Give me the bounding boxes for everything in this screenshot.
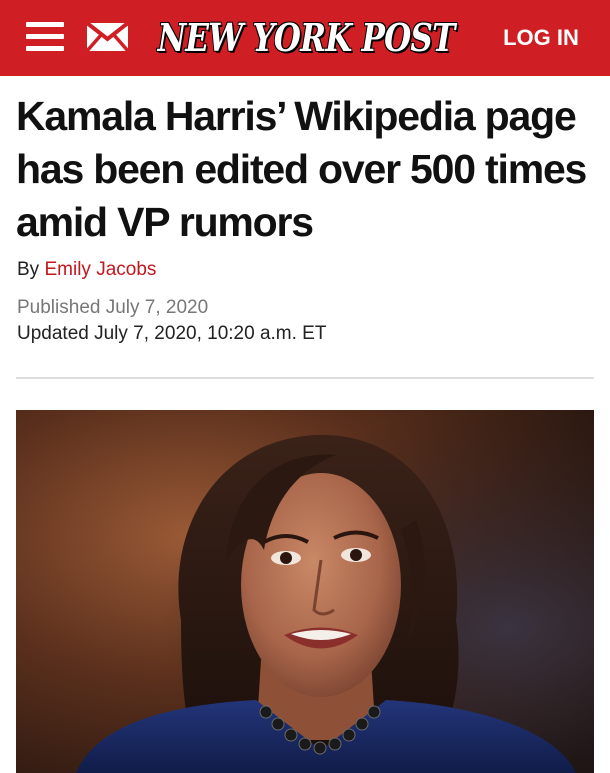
byline-prefix: By xyxy=(17,259,40,280)
site-header: NEW YORK POST LOG IN xyxy=(0,0,610,76)
article-photo-illustration xyxy=(16,410,594,773)
divider xyxy=(16,377,594,379)
byline: By Emily Jacobs xyxy=(17,258,577,282)
hamburger-menu-icon[interactable] xyxy=(26,22,64,52)
menu-bar xyxy=(26,34,64,39)
article-photo xyxy=(16,410,594,773)
site-logo-text: NEW YORK POST xyxy=(157,14,456,60)
envelope-icon[interactable] xyxy=(85,20,130,54)
author-link[interactable]: Emily Jacobs xyxy=(44,259,156,280)
menu-bar xyxy=(26,22,64,27)
article-headline: Kamala Harris’ Wikipedia page has been e… xyxy=(16,93,587,245)
envelope-icon-graphic xyxy=(85,21,130,53)
site-logo[interactable]: NEW YORK POST xyxy=(150,8,462,66)
updated-date: Updated July 7, 2020, 10:20 a.m. ET xyxy=(17,323,327,344)
menu-bar xyxy=(26,46,64,51)
published-date: Published July 7, 2020 xyxy=(17,297,209,318)
login-button[interactable]: LOG IN xyxy=(496,24,586,52)
